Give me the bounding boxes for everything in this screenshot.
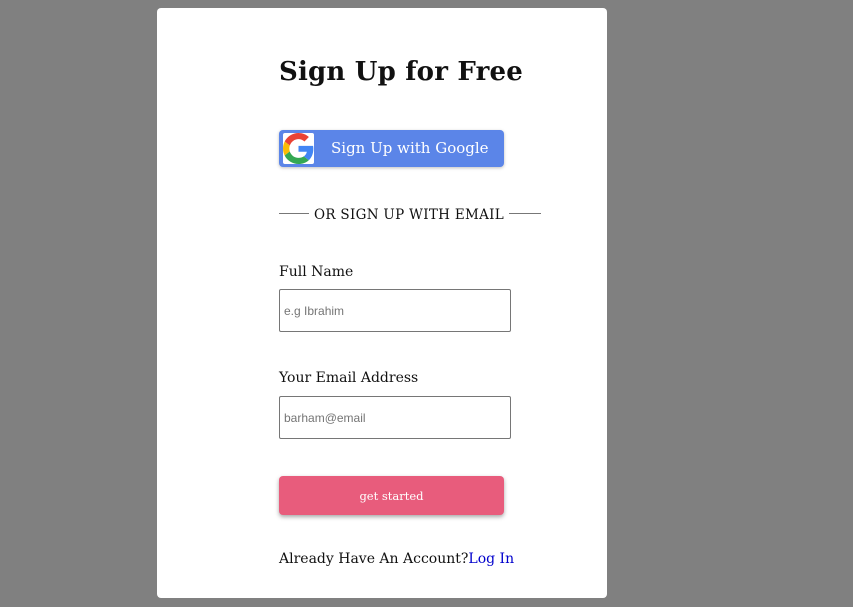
google-signup-button[interactable]: Sign Up with Google — [279, 130, 504, 167]
divider-line-left — [279, 213, 309, 214]
divider-line-right — [509, 213, 541, 214]
google-signup-label: Sign Up with Google — [331, 139, 489, 157]
google-logo-icon — [283, 133, 314, 164]
divider-text: OR SIGN UP WITH EMAIL — [314, 207, 505, 223]
login-prompt-text: Already Have An Account? — [279, 551, 469, 567]
email-divider: OR SIGN UP WITH EMAIL — [279, 207, 541, 225]
login-link[interactable]: Log In — [468, 551, 514, 567]
page-title: Sign Up for Free — [279, 57, 523, 87]
get-started-button[interactable]: get started — [279, 476, 504, 515]
login-prompt: Already Have An Account?Log In — [279, 551, 514, 567]
email-input[interactable] — [279, 396, 511, 439]
email-label: Your Email Address — [279, 370, 419, 386]
full-name-label: Full Name — [279, 264, 354, 280]
signup-card: Sign Up for Free Sign Up with Google OR … — [157, 8, 607, 598]
full-name-input[interactable] — [279, 289, 511, 332]
